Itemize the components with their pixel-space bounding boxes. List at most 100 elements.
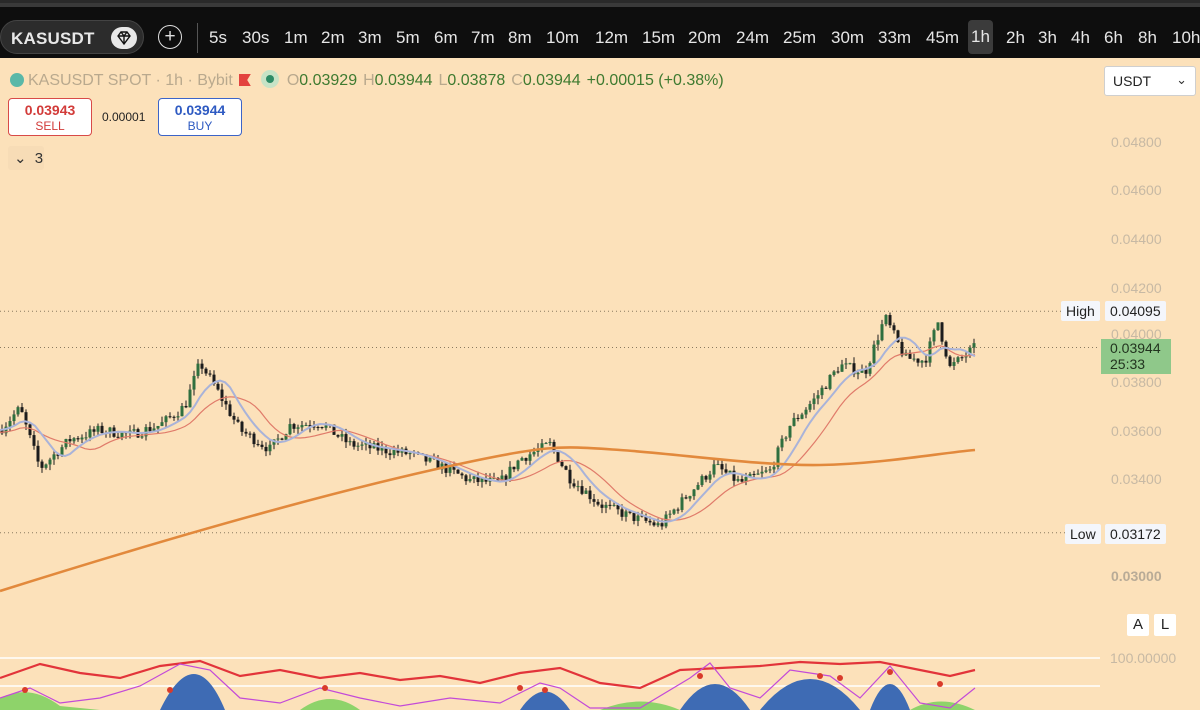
candle-body [520, 458, 524, 461]
candle-body [340, 434, 344, 437]
candle-body [116, 436, 120, 438]
candle-body [928, 341, 932, 363]
candle-body [132, 429, 136, 431]
indicators-count: 3 [34, 150, 44, 167]
candle-body [336, 434, 340, 437]
flag-icon[interactable] [238, 74, 251, 86]
candle-body [564, 466, 568, 470]
timeframe-1m[interactable]: 1m [284, 28, 308, 48]
candle-body [512, 466, 516, 470]
candle-body [532, 451, 536, 455]
timeframe-10h[interactable]: 10h [1172, 28, 1200, 48]
candle-body [188, 389, 192, 408]
timeframe-30s[interactable]: 30s [242, 28, 269, 48]
candle-body [224, 400, 228, 405]
candle-body [800, 414, 804, 419]
timeframe-30m[interactable]: 30m [831, 28, 864, 48]
candle-body [348, 441, 352, 443]
candle-body [752, 473, 756, 475]
timeframe-12m[interactable]: 12m [595, 28, 628, 48]
oscillator-blue-area [520, 691, 570, 710]
timeframe-8m[interactable]: 8m [508, 28, 532, 48]
candle-body [700, 476, 704, 485]
symbol-name: KASUSDT [11, 29, 95, 48]
add-symbol-button[interactable]: + [158, 25, 182, 49]
candle-body [912, 358, 916, 360]
currency-select-value: USDT [1113, 73, 1152, 89]
auto-scale-button[interactable]: A [1127, 614, 1149, 636]
legend-open: 0.03929 [299, 72, 358, 89]
candle-body [956, 357, 960, 363]
candle-body [792, 417, 796, 426]
candle-body [548, 441, 552, 444]
timeframe-15m[interactable]: 15m [642, 28, 675, 48]
oscillator-green-area [0, 692, 100, 710]
sell-button[interactable]: 0.03943 SELL [8, 98, 92, 136]
candle-body [576, 486, 580, 488]
timeframe-4h[interactable]: 4h [1071, 28, 1090, 48]
candle-body [572, 483, 576, 487]
log-scale-button[interactable]: L [1154, 614, 1176, 636]
timeframe-3m[interactable]: 3m [358, 28, 382, 48]
symbol-selector[interactable]: KASUSDT [0, 20, 144, 54]
candle-body [468, 479, 472, 482]
oscillator-signal-dot [887, 669, 893, 675]
buy-button[interactable]: 0.03944 BUY [158, 98, 242, 136]
chart-pane[interactable]: KASUSDT SPOT · 1h · Bybit O0.03929 H0.0394… [0, 58, 1200, 710]
candle-body [80, 437, 84, 440]
currency-select[interactable]: USDT ⌄ [1104, 66, 1196, 96]
price-axis-label: 0.03600 [1111, 423, 1162, 439]
candle-body [528, 454, 532, 461]
timeframe-10m[interactable]: 10m [546, 28, 579, 48]
candle-body [876, 340, 880, 345]
timeframe-20m[interactable]: 20m [688, 28, 721, 48]
candle-body [216, 383, 220, 390]
candle-body [408, 453, 412, 455]
candle-body [120, 432, 124, 438]
buy-price: 0.03944 [174, 102, 226, 118]
candle-body [48, 459, 52, 465]
price-axis-label: 0.03400 [1111, 471, 1162, 487]
timeframe-7m[interactable]: 7m [471, 28, 495, 48]
timeframe-8h[interactable]: 8h [1138, 28, 1157, 48]
visibility-icon[interactable] [260, 70, 279, 88]
top-toolbar: KASUSDT + 5s 30s 1m 2m 3m 5m 6m 7m 8m 10m 12m 15m 20… [0, 0, 1200, 58]
timeframe-6h[interactable]: 6h [1104, 28, 1123, 48]
candle-body [280, 438, 284, 440]
oscillator-signal-dot [837, 675, 843, 681]
price-axis-label: 0.04600 [1111, 182, 1162, 198]
candle-body [524, 458, 528, 461]
candle-body [712, 464, 716, 475]
diamond-icon[interactable] [111, 27, 137, 49]
price-axis-label: 0.04400 [1111, 231, 1162, 247]
candle-body [20, 407, 24, 413]
candle-body [704, 476, 708, 480]
timeframe-1h[interactable]: 1h [968, 20, 993, 54]
candle-body [764, 470, 768, 472]
timeframe-25m[interactable]: 25m [783, 28, 816, 48]
timeframe-2h[interactable]: 2h [1006, 28, 1025, 48]
candle-body [840, 364, 844, 372]
timeframe-2m[interactable]: 2m [321, 28, 345, 48]
candle-body [304, 425, 308, 427]
timeframe-24m[interactable]: 24m [736, 28, 769, 48]
candle-body [84, 437, 88, 439]
timeframe-45m[interactable]: 45m [926, 28, 959, 48]
candlestick-chart[interactable] [0, 58, 1200, 710]
candle-body [804, 409, 808, 415]
oscillator-signal-dot [697, 673, 703, 679]
candle-body [100, 425, 104, 434]
candle-body [812, 398, 816, 405]
candle-body [624, 511, 628, 517]
oscillator-signal-dot [322, 685, 328, 691]
candle-body [696, 484, 700, 490]
timeframe-6m[interactable]: 6m [434, 28, 458, 48]
candle-body [768, 469, 772, 471]
timeframe-5s[interactable]: 5s [209, 28, 227, 48]
timeframe-33m[interactable]: 33m [878, 28, 911, 48]
timeframe-5m[interactable]: 5m [396, 28, 420, 48]
candle-body [252, 433, 256, 445]
timeframe-3h[interactable]: 3h [1038, 28, 1057, 48]
candle-body [28, 424, 32, 436]
indicators-toggle[interactable]: ⌄ 3 [8, 146, 44, 170]
